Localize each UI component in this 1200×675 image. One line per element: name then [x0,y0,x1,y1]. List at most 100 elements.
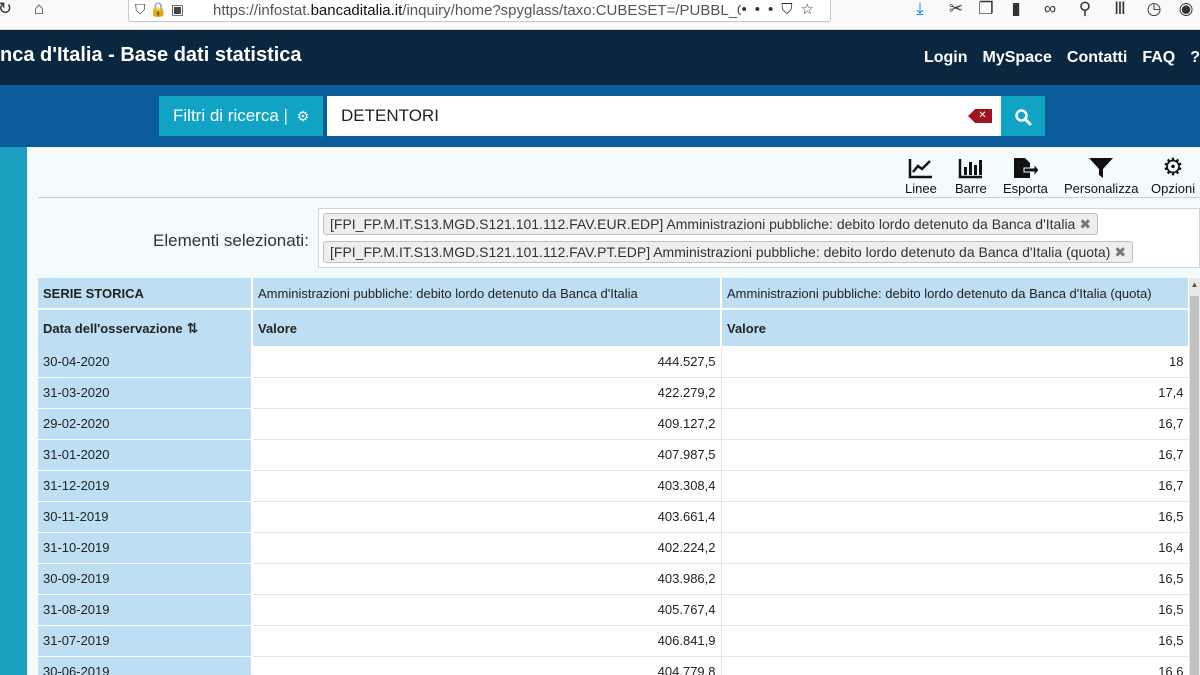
table-subheader-row: Data dell'osservazione ⇅ Valore Valore [38,308,1189,346]
page-actions[interactable]: •••⛉☆ [742,0,822,18]
bookmark-star-icon[interactable]: ☆ [801,1,822,18]
table-row: 31-08-2019 405.767,4 16,5 [38,594,1189,626]
scroll-up-icon[interactable]: ▲ [1189,280,1200,292]
column-header-series-1[interactable]: Amministrazioni pubbliche: debito lordo … [252,278,722,309]
action-label: Opzioni [1151,181,1196,196]
cell-value: 402.224,2 [252,532,722,564]
table-row: 31-12-2019 403.308,4 16,7 [38,470,1189,502]
action-personalizza[interactable]: Personalizza [1064,157,1138,196]
sort-icon[interactable]: ⇅ [187,320,199,336]
copy-icon[interactable]: ❐ [974,0,998,20]
table-row: 30-11-2019 403.661,4 16,5 [38,501,1189,533]
nav-help[interactable]: ? [1190,49,1200,67]
cell-date: 31-12-2019 [38,470,253,502]
cell-value: 403.986,2 [252,563,722,595]
action-label: Linee [905,181,937,196]
left-sidebar-strip[interactable] [0,147,27,675]
cell-value: 16,5 [721,501,1189,533]
cell-date: 31-08-2019 [38,594,253,626]
cell-date: 30-11-2019 [38,501,253,533]
search-input[interactable] [327,96,1001,136]
table-header-row: SERIE STORICA Amministrazioni pubbliche:… [38,278,1189,309]
selected-chip[interactable]: [FPI_FP.M.IT.S13.MGD.S121.101.112.FAV.PT… [323,241,1134,263]
search-button[interactable] [1001,96,1045,136]
mask-icon[interactable]: ∞ [1038,0,1062,20]
column-header-value-1: Valore [252,308,722,346]
line-chart-icon [908,159,932,179]
selected-elements-box[interactable]: [FPI_FP.M.IT.S13.MGD.S121.101.112.FAV.EU… [318,208,1200,268]
url-text[interactable]: https://infostat.bancaditalia.it/inquiry… [213,2,741,19]
cell-value: 444.527,5 [252,346,722,378]
table-row: 31-03-2020 422.279,2 17,4 [38,377,1189,409]
top-nav: Login MySpace Contatti FAQ ? [909,49,1200,67]
search-icon[interactable]: ⚲ [1073,0,1097,20]
cell-date: 30-04-2020 [38,346,253,378]
cell-date: 29-02-2020 [38,408,253,440]
date-header-label: Data dell'osservazione [43,320,183,336]
action-linee[interactable]: Linee [905,157,937,196]
cell-value: 16,5 [721,625,1189,657]
cell-value: 403.308,4 [252,470,722,502]
column-header-value-2: Valore [721,308,1189,346]
table-row: 30-06-2019 404.779,8 16,6 [38,656,1189,675]
search-filters-button[interactable]: Filtri di ricerca | ⚙ [159,96,323,136]
divider [38,197,1200,198]
action-barre[interactable]: Barre [955,157,987,196]
column-header-series-2[interactable]: Amministrazioni pubbliche: debito lordo … [721,278,1189,309]
cell-value: 16,5 [721,563,1189,595]
remove-chip-icon[interactable]: ✖ [1114,244,1126,260]
cell-value: 407.987,5 [252,439,722,471]
table-row: 31-01-2020 407.987,5 16,7 [38,439,1189,471]
nav-faq[interactable]: FAQ [1142,49,1175,67]
bar-chart-icon [958,159,982,179]
cell-date: 31-01-2020 [38,439,253,471]
more-icon[interactable]: ••• [742,1,782,18]
cell-value: 16,7 [721,470,1189,502]
column-header-date[interactable]: Data dell'osservazione ⇅ [38,308,253,346]
remove-chip-icon[interactable]: ✖ [1079,216,1091,232]
cell-value: 409.127,2 [252,408,722,440]
site-info-icons[interactable]: ⛉🔒▣ [135,1,188,18]
cell-value: 16,5 [721,594,1189,626]
table-row: 30-04-2020 444.527,5 18 [38,346,1189,378]
action-opzioni[interactable]: ⚙ Opzioni [1151,154,1196,197]
url-bar[interactable]: ⛉🔒▣ https://infostat.bancaditalia.it/inq… [128,0,831,22]
scissors-icon[interactable]: ✂ [944,0,968,20]
extension-icon[interactable]: ▮ [1004,0,1028,20]
nav-contatti[interactable]: Contatti [1067,49,1127,67]
data-table: SERIE STORICA Amministrazioni pubbliche:… [38,278,1189,675]
library-icon[interactable]: Ⅲ [1108,0,1132,20]
download-icon[interactable]: ⤓ [908,0,932,20]
nav-login[interactable]: Login [924,49,968,67]
scrollbar-thumb[interactable] [1190,296,1199,675]
cell-value: 404.779,8 [252,656,722,675]
magnifier-icon [1015,109,1032,126]
action-esporta[interactable]: Esporta [1003,157,1048,196]
cell-value: 422.279,2 [252,377,722,409]
nav-myspace[interactable]: MySpace [983,49,1052,67]
table-row: 31-10-2019 402.224,2 16,4 [38,532,1189,564]
cell-date: 30-06-2019 [38,656,253,675]
column-header-serie: SERIE STORICA [38,278,253,309]
cell-date: 30-09-2019 [38,563,253,595]
cell-date: 31-03-2020 [38,377,253,409]
app-title: nca d'Italia - Base dati statistica [0,44,302,66]
filter-icon [1089,158,1114,178]
gear-icon: ⚙ [1162,154,1184,181]
action-label: Barre [955,181,987,196]
selected-chip[interactable]: [FPI_FP.M.IT.S13.MGD.S121.101.112.FAV.EU… [323,213,1099,235]
cell-value: 406.841,9 [252,625,722,657]
history-icon[interactable]: ◷ [1142,0,1166,20]
table-row: 30-09-2019 403.986,2 16,5 [38,563,1189,595]
cell-date: 31-10-2019 [38,532,253,564]
selected-elements-label: Elementi selezionati: [153,231,309,250]
account-icon[interactable]: ◉ [1174,0,1198,20]
action-label: Personalizza [1064,181,1139,196]
cell-date: 31-07-2019 [38,625,253,657]
pocket-icon[interactable]: ⛉ [781,1,800,18]
cell-value: 16,7 [721,439,1189,471]
home-icon[interactable]: ⌂ [28,0,50,20]
reload-icon[interactable]: ↻ [0,0,16,20]
filter-label: Filtri di ricerca | [173,106,288,125]
cell-value: 18 [721,346,1189,378]
